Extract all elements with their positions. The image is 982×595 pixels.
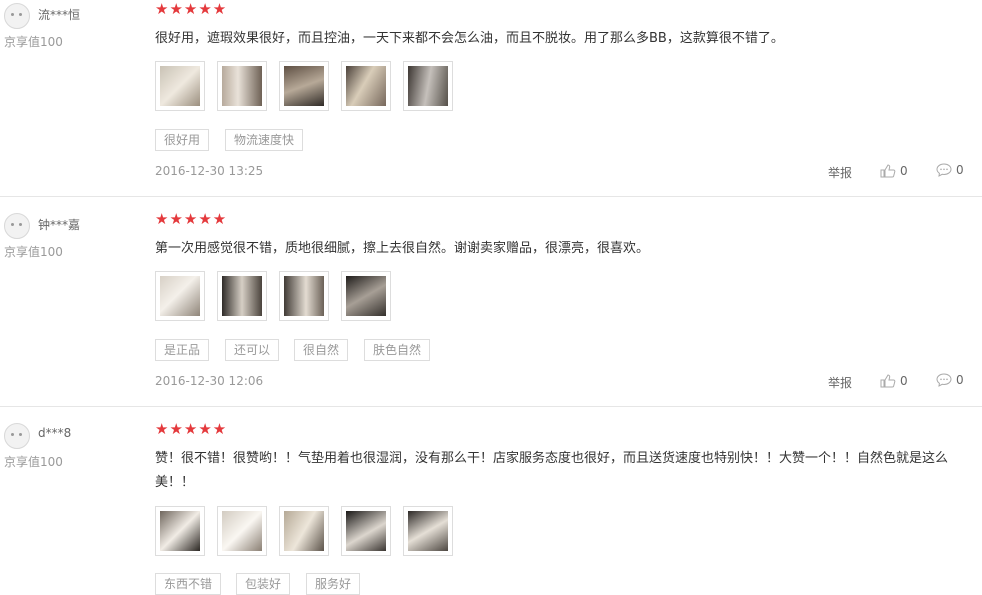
- review-image[interactable]: [403, 506, 453, 556]
- comment-count: 0: [956, 163, 964, 177]
- tag: 包装好: [236, 573, 291, 595]
- user-level: 京享值100: [4, 455, 63, 469]
- comment-button[interactable]: 0: [936, 163, 964, 177]
- review-image[interactable]: [155, 271, 205, 321]
- like-button[interactable]: 0: [880, 164, 908, 178]
- star-rating: ★★★★★: [155, 210, 228, 228]
- review-date: 2016-12-30 12:06: [155, 374, 264, 388]
- user-level: 京享值100: [4, 35, 63, 49]
- user-nickname: 钟***嘉: [38, 218, 81, 232]
- review-text: 很好用，遮瑕效果很好，而且控油，一天下来都不会怎么油，而且不脱妆。用了那么多BB…: [155, 31, 784, 46]
- tag: 肤色自然: [364, 339, 431, 361]
- user-nickname: d***8: [38, 426, 72, 440]
- review-image[interactable]: [155, 506, 205, 556]
- thumbs-up-icon: [880, 164, 896, 178]
- review-image[interactable]: [341, 271, 391, 321]
- tag: 服务好: [306, 573, 361, 595]
- review-text: 赞！很不错！很赞哟！！气垫用着也很湿润，没有那么干！店家服务态度也很好，而且送货…: [155, 451, 949, 490]
- review-image[interactable]: [217, 506, 267, 556]
- review-text: 第一次用感觉很不错，质地很细腻，擦上去很自然。谢谢卖家赠品，很漂亮，很喜欢。: [155, 241, 650, 256]
- divider: [0, 196, 982, 197]
- comment-bubble-icon: [936, 163, 952, 177]
- tag: 很好用: [155, 129, 210, 151]
- tag: 还可以: [225, 339, 280, 361]
- review-item: 钟***嘉 京享值100 ★★★★★ 第一次用感觉很不错，质地很细腻，擦上去很自…: [0, 210, 982, 406]
- review-image[interactable]: [155, 61, 205, 111]
- thumbs-up-icon: [880, 374, 896, 388]
- avatar[interactable]: [4, 213, 30, 239]
- tag: 东西不错: [155, 573, 222, 595]
- user-nickname: 流***恒: [38, 8, 81, 22]
- review-image[interactable]: [341, 506, 391, 556]
- review-image[interactable]: [341, 61, 391, 111]
- divider: [0, 406, 982, 407]
- avatar[interactable]: [4, 423, 30, 449]
- tag: 是正品: [155, 339, 210, 361]
- tag: 物流速度快: [225, 129, 304, 151]
- like-button[interactable]: 0: [880, 374, 908, 388]
- user-level: 京享值100: [4, 245, 63, 259]
- comment-bubble-icon: [936, 373, 952, 387]
- review-image[interactable]: [279, 506, 329, 556]
- report-link[interactable]: 举报: [828, 374, 852, 391]
- star-rating: ★★★★★: [155, 420, 228, 438]
- review-date: 2016-12-30 13:25: [155, 164, 264, 178]
- review-item: 流***恒 京享值100 ★★★★★ 很好用，遮瑕效果很好，而且控油，一天下来都…: [0, 0, 982, 196]
- review-image[interactable]: [279, 271, 329, 321]
- review-image[interactable]: [403, 61, 453, 111]
- review-item: d***8 京享值100 ★★★★★ 赞！很不错！很赞哟！！气垫用着也很湿润，没…: [0, 420, 982, 595]
- review-image[interactable]: [279, 61, 329, 111]
- star-rating: ★★★★★: [155, 0, 228, 18]
- like-count: 0: [900, 374, 908, 388]
- report-link[interactable]: 举报: [828, 164, 852, 181]
- review-image[interactable]: [217, 61, 267, 111]
- like-count: 0: [900, 164, 908, 178]
- avatar[interactable]: [4, 3, 30, 29]
- comment-count: 0: [956, 373, 964, 387]
- comment-button[interactable]: 0: [936, 373, 964, 387]
- review-image[interactable]: [217, 271, 267, 321]
- tag: 很自然: [294, 339, 349, 361]
